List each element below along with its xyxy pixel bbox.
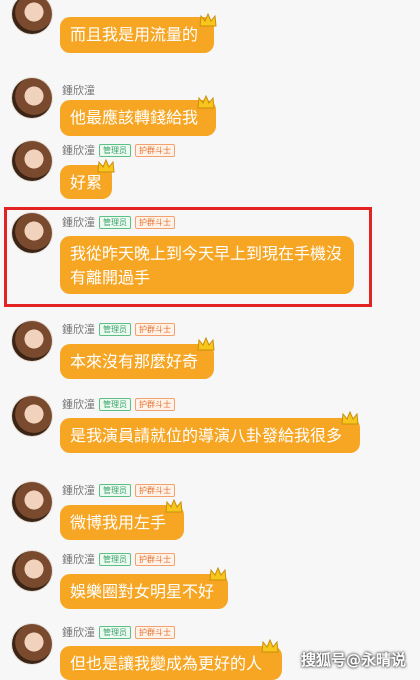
message-text: 是我演員請就位的導演八卦發給我很多: [70, 426, 343, 445]
admin-badge: 管理员: [99, 143, 131, 157]
sender-row: 鍾欣潼 管理员 护群斗士: [62, 625, 175, 639]
crown-icon: [209, 566, 227, 581]
avatar[interactable]: [12, 551, 52, 591]
message-text: 微博我用左手: [70, 513, 167, 532]
message-bubble[interactable]: 而且我是用流量的: [60, 17, 214, 53]
avatar[interactable]: [12, 482, 52, 522]
sender-row: 鍾欣潼 管理员 护群斗士: [62, 552, 175, 566]
watermark: 搜狐号@永晴说: [300, 651, 406, 669]
sender-row: 鍾欣潼 管理员 护群斗士: [62, 322, 175, 336]
message-text: 但也是讓我變成為更好的人: [70, 654, 263, 673]
sender-name: 鍾欣潼: [62, 144, 95, 157]
sender-name: 鍾欣潼: [62, 553, 95, 566]
admin-badge: 管理员: [99, 397, 131, 411]
message-text: 娛樂圈對女明星不好: [70, 582, 215, 601]
avatar[interactable]: [12, 321, 52, 361]
sender-row: 鍾欣潼: [62, 83, 95, 97]
crown-icon: [97, 158, 115, 173]
sender-name: 鍾欣潼: [62, 323, 95, 336]
admin-badge: 管理员: [99, 322, 131, 336]
message-bubble[interactable]: 娛樂圈對女明星不好: [60, 574, 228, 609]
crown-icon: [261, 638, 279, 653]
message-text: 好累: [70, 173, 103, 192]
admin-badge: 管理员: [99, 483, 131, 497]
crown-icon: [197, 336, 215, 351]
admin-badge: 管理员: [99, 552, 131, 566]
sender-name: 鍾欣潼: [62, 484, 95, 497]
message-bubble[interactable]: 本來沒有那麼好奇: [60, 344, 214, 379]
avatar[interactable]: [12, 396, 52, 436]
guard-badge: 护群斗士: [135, 483, 175, 497]
message-text: 本來沒有那麼好奇: [70, 352, 199, 371]
avatar[interactable]: [12, 78, 52, 118]
message-text: 他最應該轉錢給我: [70, 108, 199, 127]
avatar[interactable]: [12, 0, 52, 34]
sender-row: 鍾欣潼 管理员 护群斗士: [62, 143, 175, 157]
admin-badge: 管理员: [99, 625, 131, 639]
sender-row: 鍾欣潼 管理员 护群斗士: [62, 397, 175, 411]
highlight-box: [4, 207, 372, 307]
crown-icon: [165, 498, 183, 513]
avatar[interactable]: [12, 624, 52, 664]
message-bubble[interactable]: 但也是讓我變成為更好的人: [60, 646, 282, 680]
guard-badge: 护群斗士: [135, 322, 175, 336]
crown-icon: [341, 410, 359, 425]
crown-icon: [197, 94, 215, 109]
sender-row: 鍾欣潼 管理员 护群斗士: [62, 483, 175, 497]
message-text: 而且我是用流量的: [70, 25, 199, 44]
guard-badge: 护群斗士: [135, 143, 175, 157]
crown-icon: [199, 12, 217, 27]
message-bubble[interactable]: 他最應該轉錢給我: [60, 100, 216, 136]
sender-name: 鍾欣潼: [62, 398, 95, 411]
guard-badge: 护群斗士: [135, 625, 175, 639]
guard-badge: 护群斗士: [135, 552, 175, 566]
guard-badge: 护群斗士: [135, 397, 175, 411]
message-bubble[interactable]: 是我演員請就位的導演八卦發給我很多: [60, 418, 360, 453]
sender-name: 鍾欣潼: [62, 84, 95, 97]
avatar[interactable]: [12, 141, 52, 181]
sender-name: 鍾欣潼: [62, 626, 95, 639]
